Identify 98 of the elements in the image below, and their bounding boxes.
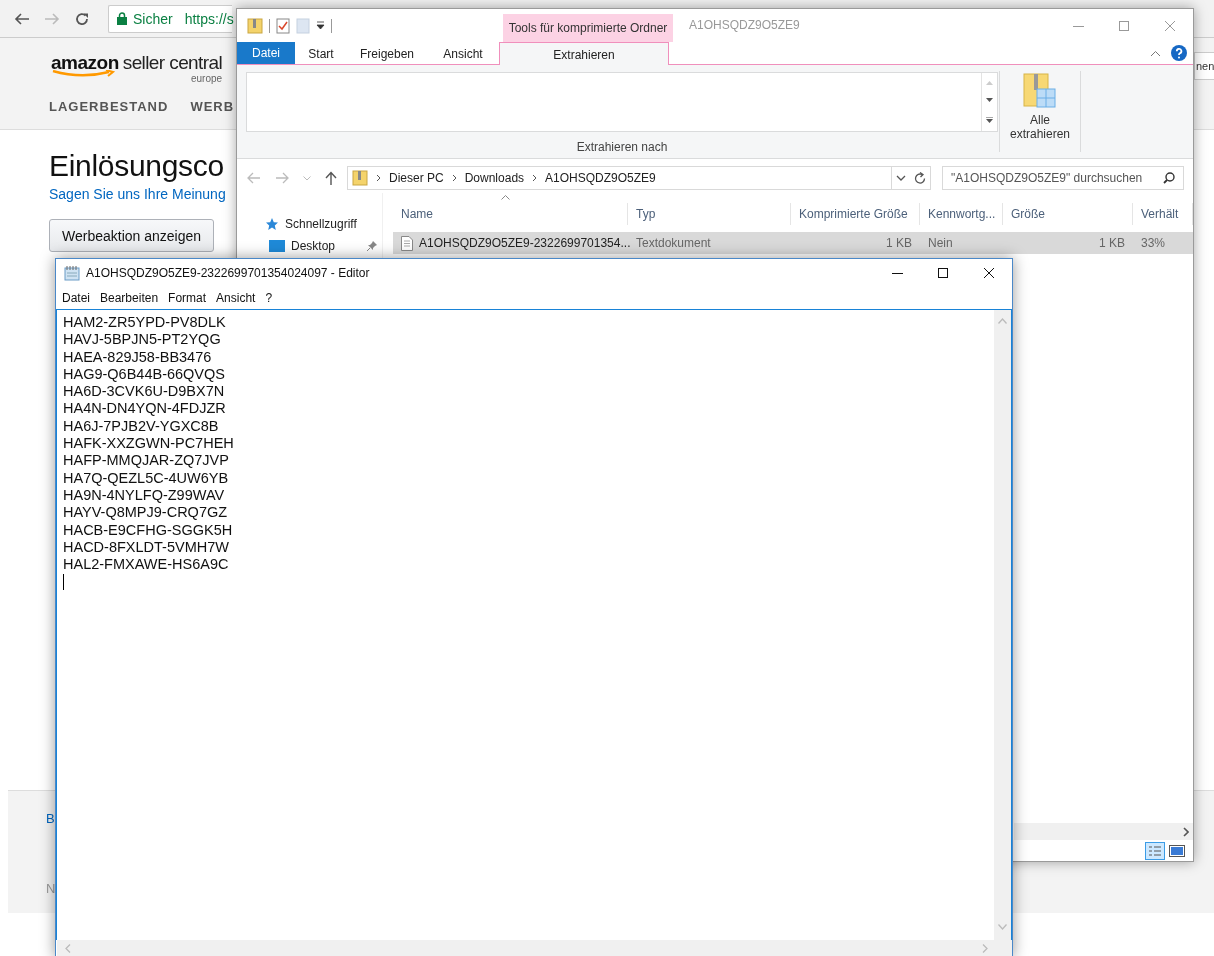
zip-folder-icon (352, 169, 368, 187)
menu-item[interactable]: Ansicht (216, 291, 256, 305)
text-line: HA4N-DN4YQN-4FDJZR (63, 400, 226, 418)
table-cell: 1 KB (1099, 236, 1125, 250)
text-line: HAM2-ZR5YPD-PV8DLK (63, 314, 226, 332)
text-caret (63, 574, 64, 591)
header-button[interactable]: nen (1194, 52, 1214, 80)
text-file-icon (401, 235, 413, 251)
menu-item[interactable]: Datei (62, 291, 90, 305)
contextual-tab-label: Tools für komprimierte Ordner (503, 14, 673, 42)
zip-folder-icon[interactable] (247, 16, 263, 35)
text-line: HAEA-829J58-BB3476 (63, 348, 212, 366)
text-line: HAYV-Q8MPJ9-CRQ7GZ (63, 504, 228, 522)
file-row[interactable]: A1OHSQDZ9O5ZE9-2322699701354... Textdokument 1 KB Nein 1 KB 33% (393, 232, 1193, 254)
reload-icon[interactable] (74, 10, 90, 27)
table-cell: Nein (928, 236, 953, 250)
lock-icon (117, 12, 127, 25)
search-field[interactable]: "A1OHSQDZ9O5ZE9" durchsuchen (942, 166, 1184, 190)
close-icon[interactable] (983, 267, 995, 279)
smile-arrow-icon (51, 70, 117, 78)
breadcrumb-item[interactable]: A1OHSQDZ9O5ZE9 (545, 171, 656, 185)
table-cell: 1 KB (886, 236, 912, 250)
file-tab[interactable]: Datei (237, 42, 295, 64)
file-name: A1OHSQDZ9O5ZE9-2322699701354... (419, 236, 631, 250)
star-icon (265, 217, 279, 231)
back-arrow-icon[interactable] (14, 10, 30, 27)
text-line: HAVJ-5BPJN5-PT2YQG (63, 331, 221, 349)
chevron-right-icon (532, 174, 538, 182)
column-header[interactable]: Verhält (1133, 203, 1193, 225)
address-url: https://s (184, 10, 234, 27)
text-line: HAFP-MMQJAR-ZQ7JVP (63, 452, 229, 470)
desktop-icon (269, 240, 285, 252)
breadcrumb-item[interactable]: Downloads (464, 171, 525, 185)
menu-item[interactable]: Format (168, 291, 207, 305)
column-header[interactable]: Name (393, 203, 628, 225)
page-heading: Einlösungsco (49, 148, 224, 184)
security-label: Sicher (133, 10, 173, 27)
footer-text: N (46, 881, 56, 896)
ribbon-tab[interactable]: Start (295, 42, 347, 65)
nav-item[interactable]: Desktop (291, 239, 336, 253)
column-header[interactable]: Typ (628, 203, 791, 225)
logo-brand: amazon (51, 52, 119, 74)
scroll-down-icon[interactable] (986, 98, 993, 104)
logo-region: europe (191, 73, 223, 84)
text-line: HAFK-XXZGWN-PC7HEH (63, 435, 234, 453)
window-title: A1OHSQDZ9O5ZE9 (689, 17, 801, 34)
text-line: HA6D-3CVK6U-D9BX7N (63, 383, 225, 401)
menu-item[interactable]: Bearbeiten (100, 291, 159, 305)
up-arrow-icon[interactable] (325, 171, 337, 185)
table-cell: Textdokument (636, 236, 711, 250)
text-line: HA6J-7PJB2V-YGXC8B (63, 417, 219, 436)
sort-ascending-icon (501, 195, 510, 200)
collapse-ribbon-icon[interactable] (1150, 49, 1161, 57)
dropdown-chevron-icon[interactable] (896, 175, 906, 181)
chevron-right-icon (376, 174, 381, 182)
maximize-icon[interactable] (937, 267, 949, 279)
chevron-right-icon (451, 174, 457, 182)
text-line: HACB-E9CFHG-SGGK5H (63, 521, 233, 539)
window-title: A1OHSQDZ9O5ZE9-2322699701354024097 - Editor (86, 266, 371, 280)
text-line: HA9N-4NYLFQ-Z99WAV (63, 486, 225, 505)
refresh-icon[interactable] (914, 171, 926, 185)
nav-tab[interactable]: LAGERBESTAND (49, 99, 169, 114)
column-header[interactable]: Komprimierte Größe (791, 203, 920, 225)
address-bar[interactable]: Dieser PC Downloads A1OHSQDZ9O5ZE9 (347, 166, 931, 190)
column-header[interactable]: Kennwortg... (920, 203, 1003, 225)
nav-tab[interactable]: WERB (190, 99, 235, 114)
text-line: HACD-8FXLDT-5VMH7W (63, 538, 229, 557)
menu-item[interactable]: ? (265, 291, 273, 305)
text-line: HAG9-Q6B44B-66QVQS (63, 365, 225, 384)
horizontal-scrollbar[interactable] (1014, 823, 1193, 840)
column-header[interactable]: Größe (1003, 203, 1133, 225)
dropdown-caret-icon[interactable] (316, 21, 325, 30)
feedback-link[interactable]: Sagen Sie uns Ihre Meinung (49, 186, 226, 202)
search-icon[interactable] (1163, 172, 1175, 184)
show-promotion-button[interactable]: Werbeaktion anzeigen (49, 219, 215, 252)
footer-text[interactable]: B (46, 811, 55, 826)
properties-icon[interactable] (276, 17, 290, 34)
text-line: HAL2-FMXAWE-HS6A9C (63, 556, 229, 574)
nav-item[interactable]: Schnellzugriff (285, 217, 357, 231)
expand-gallery-icon[interactable] (986, 117, 993, 125)
table-cell: 33% (1141, 236, 1166, 250)
scroll-right-icon[interactable] (1183, 826, 1189, 837)
text-line: HA7Q-QEZL5C-4UW6YB (63, 469, 229, 487)
recent-locations-icon[interactable] (303, 175, 311, 181)
forward-arrow-icon[interactable] (275, 172, 289, 184)
large-icons-view-icon[interactable] (1169, 844, 1185, 857)
pin-icon[interactable] (367, 241, 378, 251)
notepad-icon (64, 265, 80, 281)
logo-text: seller central (122, 52, 223, 74)
ribbon-tab[interactable]: Freigeben (347, 42, 427, 65)
address-bar[interactable]: Sicher https://s (108, 4, 232, 33)
zip-folder-icon (1023, 73, 1057, 109)
breadcrumb-item[interactable]: Dieser PC (389, 171, 444, 185)
ribbon-tab[interactable]: Extrahieren (499, 42, 669, 66)
extract-all-button[interactable]: Alle extrahieren (1004, 65, 1076, 145)
group-label: Extrahieren nach (576, 140, 668, 154)
ribbon-tab[interactable]: Ansicht (427, 42, 499, 65)
help-icon[interactable] (1171, 45, 1187, 61)
